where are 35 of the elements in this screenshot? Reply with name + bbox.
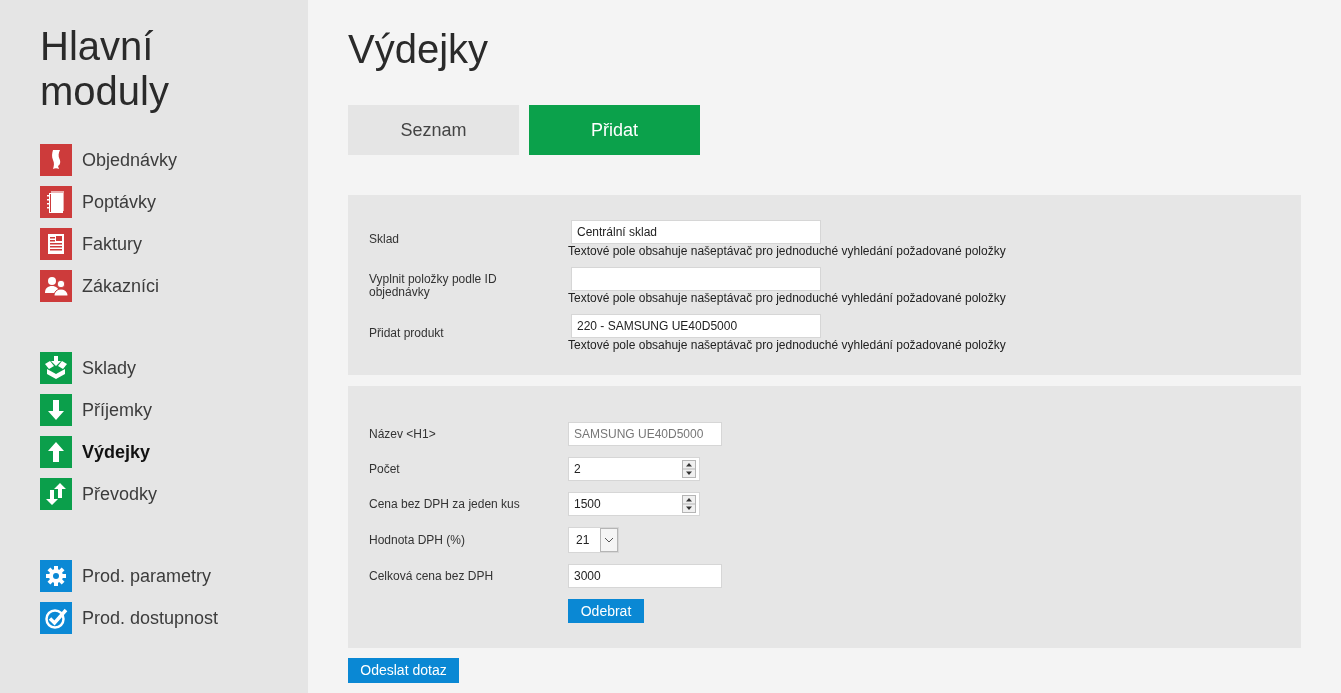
stepper-arrows-icon[interactable]	[682, 495, 696, 513]
sidebar-link[interactable]: Prod. dostupnost	[40, 602, 219, 634]
field-label: Celková cena bez DPH	[369, 568, 495, 585]
sidebar-link[interactable]: Výdejky	[40, 436, 151, 468]
sidebar-link[interactable]: Zákazníci	[40, 270, 160, 302]
field-label: Cena bez DPH za jeden kus	[369, 496, 521, 513]
field-label: Počet	[369, 461, 401, 478]
submit-button[interactable]: Odeslat dotaz	[348, 658, 459, 683]
field-label: Vyplnit položky podle ID objednávky	[369, 273, 498, 299]
hint-text: Textové pole obsahuje našeptávač pro jednoduché vyhledání požadované položky	[568, 244, 1006, 258]
tab[interactable]: Seznam	[348, 105, 519, 155]
hint-text: Textové pole obsahuje našeptávač pro jednoduché vyhledání požadované položky	[568, 338, 1006, 352]
field-label: Sklad	[369, 232, 401, 246]
input-field[interactable]: 3000	[568, 564, 722, 588]
page-title: Výdejky	[348, 26, 489, 73]
field-label: Přidat produkt	[369, 326, 445, 340]
select-field[interactable]: 21	[568, 527, 619, 553]
hint-text: Textové pole obsahuje našeptávač pro jednoduché vyhledání požadované položky	[568, 291, 1006, 305]
input-field[interactable]: 220 - SAMSUNG UE40D5000	[571, 314, 821, 338]
sidebar-link[interactable]: Prod. parametry	[40, 560, 212, 592]
sidebar-title: Hlavní moduly	[40, 24, 170, 114]
sidebar-link[interactable]: Objednávky	[40, 144, 178, 176]
sidebar-link[interactable]: Příjemky	[40, 394, 152, 426]
number-field[interactable]: 1500	[568, 492, 700, 516]
field-label: Název <H1>	[369, 426, 437, 443]
remove-button[interactable]: Odebrat	[568, 599, 644, 623]
sidebar-link[interactable]: Převodky	[40, 478, 158, 510]
field-label: Hodnota DPH (%)	[369, 532, 467, 549]
sidebar-link[interactable]: Sklady	[40, 352, 137, 384]
number-field[interactable]: 2	[568, 457, 700, 481]
stepper-arrows-icon[interactable]	[682, 460, 696, 478]
input-field[interactable]	[571, 267, 821, 291]
sidebar-link[interactable]: Faktury	[40, 228, 142, 260]
sidebar-link[interactable]: Poptávky	[40, 186, 157, 218]
input-field[interactable]: Centrální sklad	[571, 220, 821, 244]
